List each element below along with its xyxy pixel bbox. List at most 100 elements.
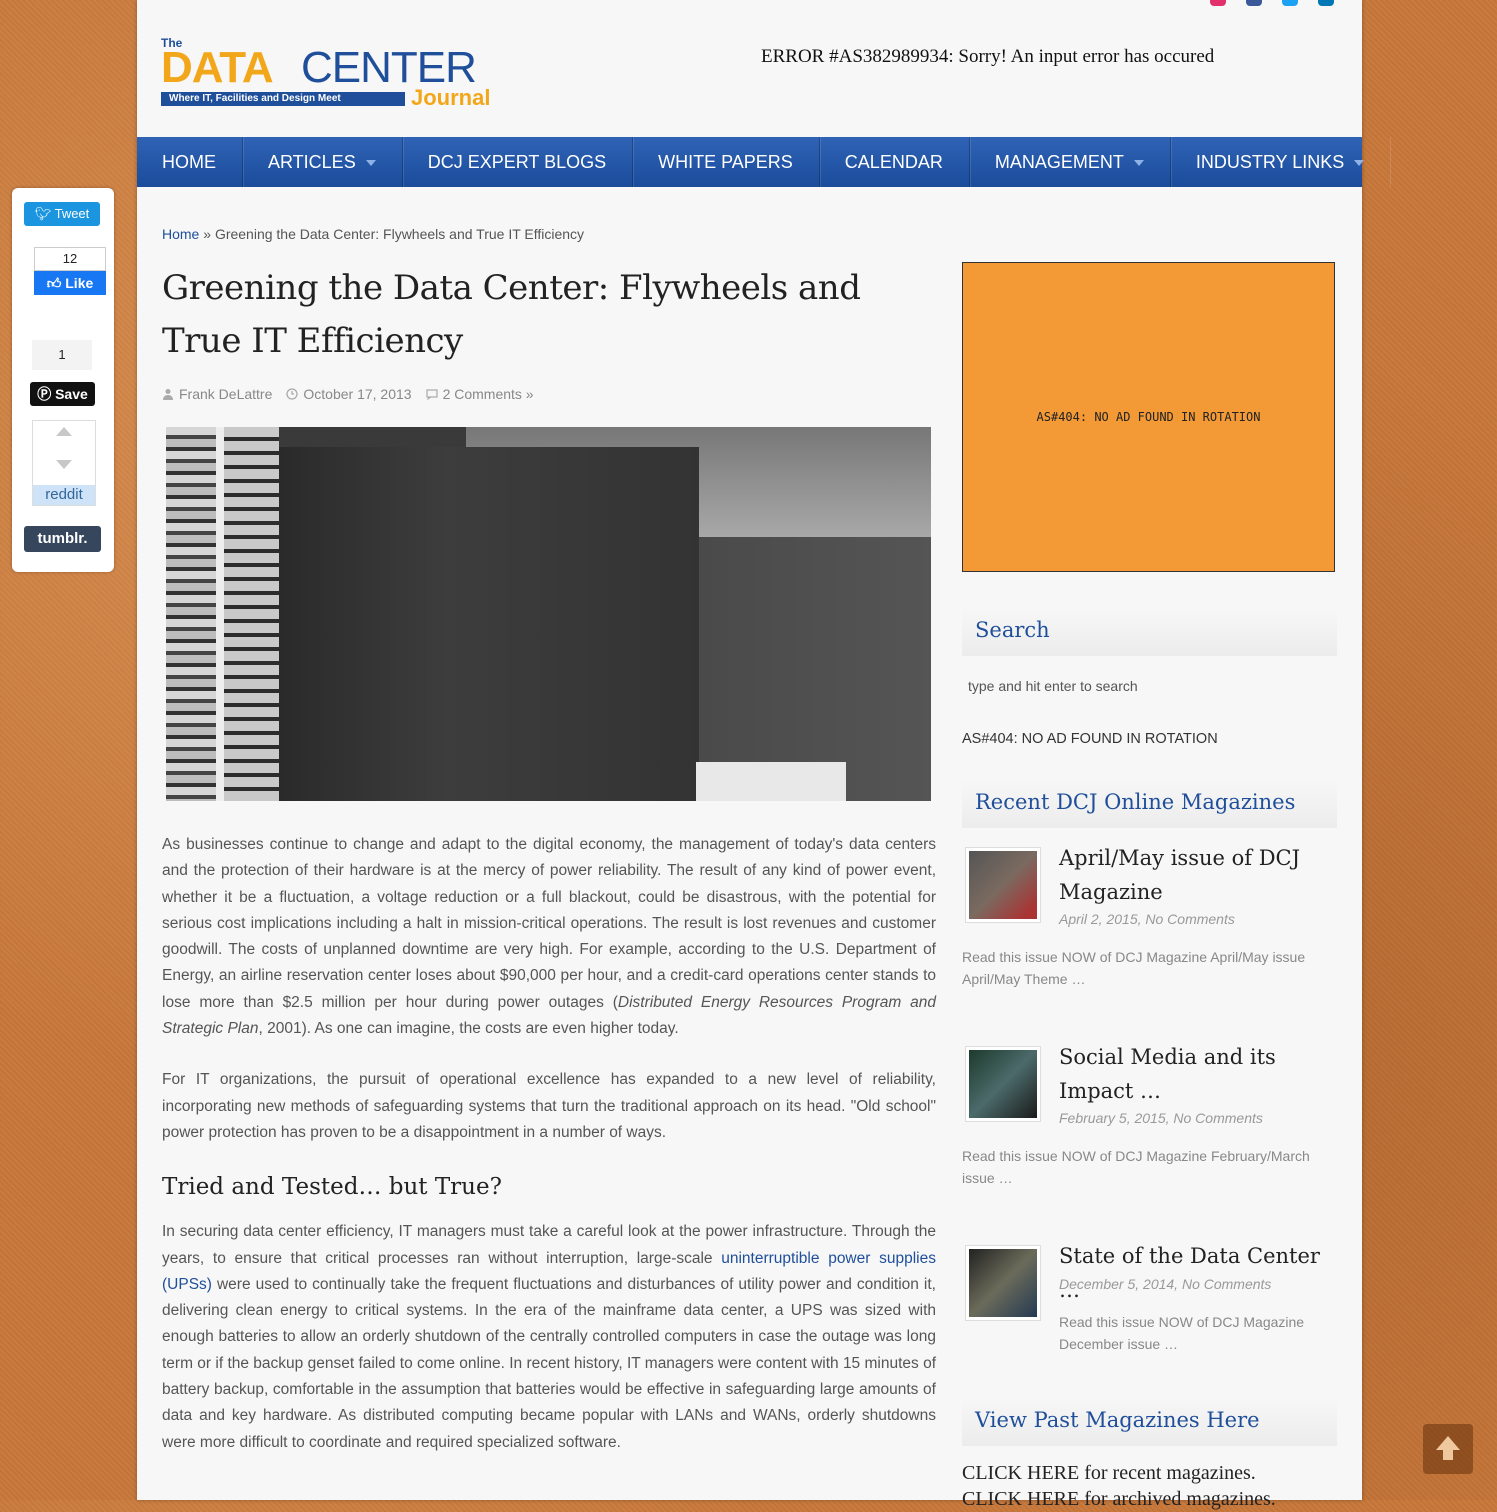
arrow-up-stem [1443, 1450, 1453, 1460]
user-icon [163, 389, 173, 400]
nav-item-white-papers[interactable]: WHITE PAPERS [633, 137, 820, 187]
nav-item-calendar[interactable]: CALENDAR [820, 137, 970, 187]
hero-rack-left [166, 427, 216, 801]
logo-data: DATA [161, 43, 274, 92]
magazine-excerpt: Read this issue NOW of DCJ Magazine Dece… [1059, 1314, 1305, 1352]
reddit-widget: reddit [32, 420, 96, 506]
nav-item-management[interactable]: MANAGEMENT [970, 137, 1171, 187]
header-social-icons [1210, 0, 1334, 6]
page-container: The DATA CENTER Where IT, Facilities and… [137, 0, 1365, 1510]
nav-label: WHITE PAPERS [658, 152, 793, 172]
article-body: As businesses continue to change and ada… [162, 832, 936, 1481]
chevron-down-icon [1133, 160, 1144, 167]
magazine-thumbnail[interactable] [965, 1046, 1041, 1122]
magazine-title[interactable]: State of the Data Center … [1059, 1239, 1339, 1307]
tweet-button[interactable]: 🐦︎ Tweet [24, 202, 100, 226]
magazine-excerpt: Read this issue NOW of DCJ Magazine Febr… [962, 1148, 1310, 1186]
text: As businesses continue to change and ada… [162, 836, 936, 1011]
fb-like-label: Like [65, 275, 94, 291]
hero-floor [696, 762, 846, 801]
recent-magazines-title: Recent DCJ Online Magazines [962, 780, 1337, 828]
nav-label: HOME [162, 152, 216, 172]
post-date: October 17, 2013 [303, 386, 412, 402]
arrow-up-icon [1436, 1436, 1460, 1450]
magazine-title[interactable]: Social Media and its Impact … [1059, 1040, 1339, 1108]
header-error-message: ERROR #AS382989934: Sorry! An input erro… [761, 46, 1215, 67]
article-title: Greening the Data Center: Flywheels and … [162, 268, 861, 361]
twitter-bird-icon: 🐦︎ [34, 206, 55, 221]
magazine-thumbnail[interactable] [965, 1245, 1041, 1321]
ad-text: AS#404: NO AD FOUND IN ROTATION [1036, 410, 1261, 424]
nav-item-dcj-expert-blogs[interactable]: DCJ EXPERT BLOGS [403, 137, 634, 187]
past-magazines-title: View Past Magazines Here [962, 1398, 1337, 1446]
pinterest-icon: Ⓟ [37, 386, 56, 402]
text: were used to continually take the freque… [162, 1275, 936, 1451]
nav-item-articles[interactable]: ARTICLES [243, 137, 403, 187]
nav-label: DCJ EXPERT BLOGS [427, 152, 607, 172]
chevron-down-icon [1354, 160, 1365, 167]
facebook-like-widget: 12 👍︎ Like [34, 247, 106, 295]
article-meta: Frank DeLattre October 17, 2013 2 Commen… [162, 386, 534, 402]
instagram-icon[interactable] [1210, 0, 1226, 6]
past-magazines-links: CLICK HERE for recent magazines. CLICK H… [962, 1460, 1276, 1512]
comments: 2 Comments » [425, 386, 534, 402]
thumbs-up-icon: 👍︎ [46, 275, 66, 291]
hero-image [166, 427, 931, 801]
author-name[interactable]: Frank DeLattre [179, 386, 272, 402]
nav-label: ARTICLES [268, 152, 356, 172]
chevron-down-icon [365, 160, 376, 167]
tweet-label: Tweet [54, 206, 90, 221]
comments-link[interactable]: 2 Comments » [443, 386, 534, 402]
paragraph: For IT organizations, the pursuit of ope… [162, 1071, 936, 1141]
hero-gap [216, 427, 224, 801]
breadcrumb-current: Greening the Data Center: Flywheels and … [214, 226, 585, 242]
search-widget-title: Search [962, 608, 1337, 656]
author: Frank DeLattre [162, 386, 272, 402]
hero-cabinets [279, 447, 699, 801]
upvote-icon[interactable] [56, 427, 72, 436]
facebook-icon[interactable] [1246, 0, 1262, 6]
text: , 2001). As one can imagine, the costs a… [258, 1020, 679, 1038]
breadcrumb-home-link[interactable]: Home [162, 226, 199, 242]
pinterest-count: 1 [32, 340, 92, 370]
share-bar: 🐦︎ Tweet 12 👍︎ Like 1 Ⓟ Save reddit tumb… [12, 188, 114, 572]
twitter-icon[interactable] [1282, 0, 1298, 6]
nav-label: CALENDAR [844, 152, 943, 172]
logo-journal: Journal [411, 85, 491, 110]
reddit-label[interactable]: reddit [33, 485, 95, 505]
main-nav: HOME ARTICLES DCJ EXPERT BLOGS WHITE PAP… [137, 137, 1365, 187]
sidebar-ad-text: AS#404: NO AD FOUND IN ROTATION [962, 731, 1218, 747]
comment-icon [425, 389, 438, 400]
linkedin-icon[interactable] [1318, 0, 1334, 6]
sidebar-ad[interactable]: AS#404: NO AD FOUND IN ROTATION [962, 262, 1335, 572]
magazine-date: February 5, 2015, No Comments [1059, 1110, 1263, 1126]
logo-tagline: Where IT, Facilities and Design Meet [161, 92, 405, 106]
nav-label: MANAGEMENT [994, 152, 1124, 172]
date: October 17, 2013 [286, 386, 412, 402]
clock-icon [286, 388, 299, 400]
nav-item-industry-links[interactable]: INDUSTRY LINKS [1171, 137, 1390, 187]
magazine-title[interactable]: April/May issue of DCJ Magazine [1059, 841, 1339, 909]
magazine-thumbnail[interactable] [965, 847, 1041, 923]
downvote-icon[interactable] [56, 460, 72, 469]
tumblr-button[interactable]: tumblr. [24, 526, 101, 552]
breadcrumb-separator: » [199, 226, 215, 242]
nav-label: INDUSTRY LINKS [1195, 152, 1345, 172]
paragraph: In securing data center efficiency, IT m… [162, 1219, 936, 1456]
search-input[interactable] [962, 668, 1337, 704]
fb-like-count: 12 [34, 247, 106, 271]
pin-save-label: Save [55, 386, 88, 402]
magazine-date: April 2, 2015, No Comments [1059, 911, 1235, 927]
archived-magazines-link[interactable]: CLICK HERE for archived magazines. [962, 1486, 1276, 1512]
nav-item-home[interactable]: HOME [137, 137, 243, 187]
hero-rack-left-2 [224, 427, 279, 801]
recent-magazines-link[interactable]: CLICK HERE for recent magazines. [962, 1460, 1276, 1486]
logo-center: CENTER [301, 43, 477, 92]
site-logo[interactable]: The DATA CENTER Where IT, Facilities and… [161, 36, 541, 112]
scroll-to-top-button[interactable] [1423, 1424, 1473, 1474]
pinterest-save-button[interactable]: Ⓟ Save [30, 382, 95, 406]
magazine-excerpt: Read this issue NOW of DCJ Magazine Apri… [962, 949, 1306, 987]
fb-like-button[interactable]: 👍︎ Like [34, 271, 106, 295]
section-heading: Tried and Tested… but True? [162, 1174, 502, 1201]
paragraph: As businesses continue to change and ada… [162, 832, 936, 1042]
